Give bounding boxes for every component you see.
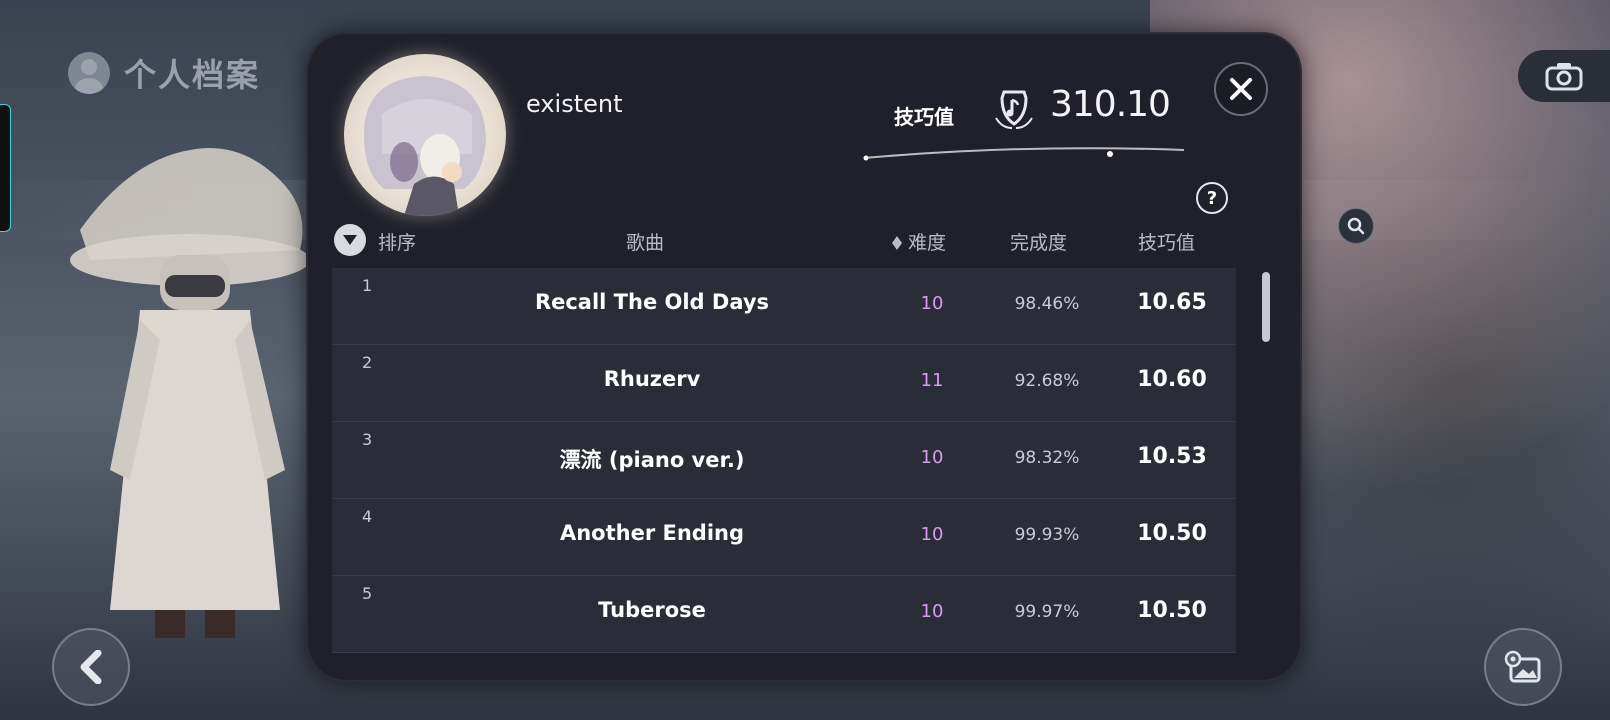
score-table: 1 Recall The Old Days 10 98.46% 10.65 2 … [332,268,1236,668]
page-title: 个人档案 [124,56,261,94]
table-header: 排序 歌曲 难度 完成度 技巧值 [306,220,1302,260]
header-accuracy[interactable]: 完成度 [1010,228,1067,255]
song-title: Tuberose [598,598,706,622]
song-title: Another Ending [559,521,745,545]
screenshot-button[interactable] [1518,50,1610,102]
help-button[interactable]: ? [1196,182,1228,214]
diamond-icon [892,236,902,250]
scrollbar[interactable] [1262,272,1270,342]
close-button[interactable] [1214,62,1268,116]
skill-value: 10.60 [1137,367,1207,392]
header-skill[interactable]: 技巧值 [1138,228,1195,255]
skill-value: 10.53 [1137,444,1207,469]
table-row[interactable]: 5 Tuberose 10 99.97% 10.50 [332,576,1236,653]
accuracy: 99.93% [1014,525,1080,545]
table-row[interactable]: 3 漂流 (piano ver.) 10 98.32% 10.53 [332,422,1236,499]
table-row[interactable]: 2 Rhuzerv 11 92.68% 10.60 [332,345,1236,422]
table-row[interactable]: 4 Another Ending 10 99.93% 10.50 [332,499,1236,576]
table-row[interactable]: 1 Recall The Old Days 10 98.46% 10.65 [332,268,1236,345]
header-difficulty-label: 难度 [908,232,947,254]
help-icon: ? [1206,187,1218,209]
username: existent [526,90,623,118]
close-icon [1230,78,1252,100]
accuracy: 92.68% [1014,371,1080,391]
header-song: 歌曲 [626,232,665,254]
rank: 4 [362,507,373,526]
difficulty: 10 [920,293,944,314]
rank: 3 [362,430,373,449]
rank: 2 [362,353,373,372]
song-title: Recall The Old Days [534,290,770,314]
difficulty: 10 [920,601,944,622]
difficulty: 11 [920,370,944,391]
camera-icon [1545,63,1583,91]
search-button[interactable] [1338,208,1374,244]
avatar[interactable] [344,54,506,216]
song-title: 漂流 (piano ver.) [559,448,745,472]
back-icon [80,650,102,684]
accuracy: 98.32% [1014,448,1080,468]
skill-modal: existent 技巧值 310.10 ? 排序 歌曲 难度 完成度 技巧值 1… [306,32,1302,682]
difficulty: 10 [920,524,944,545]
user-icon [68,52,110,94]
character-illustration [70,148,310,638]
header-rank[interactable]: 排序 [378,228,416,255]
skill-glow-decoration [863,147,1185,161]
skill-value: 10.50 [1137,521,1207,546]
music-crest-icon [995,90,1033,129]
skill-total: 310.10 [1050,84,1171,125]
avatar-image [364,76,486,216]
accuracy: 98.46% [1014,294,1080,314]
song-title: Rhuzerv [603,367,701,391]
rank: 5 [362,584,373,603]
back-button[interactable] [52,628,130,706]
skill-value: 10.50 [1137,598,1207,623]
skill-value: 10.65 [1137,290,1207,315]
profile-header: 个人档案 [68,50,260,96]
rank: 1 [362,276,373,295]
gallery-settings-icon [1504,650,1541,683]
header-difficulty[interactable]: 难度 [892,228,946,255]
skill-label: 技巧值 [894,105,954,129]
accuracy: 99.97% [1014,602,1080,622]
search-icon [1347,217,1365,235]
difficulty: 10 [920,447,944,468]
side-tab[interactable] [0,104,11,232]
gallery-settings-button[interactable] [1484,628,1562,706]
